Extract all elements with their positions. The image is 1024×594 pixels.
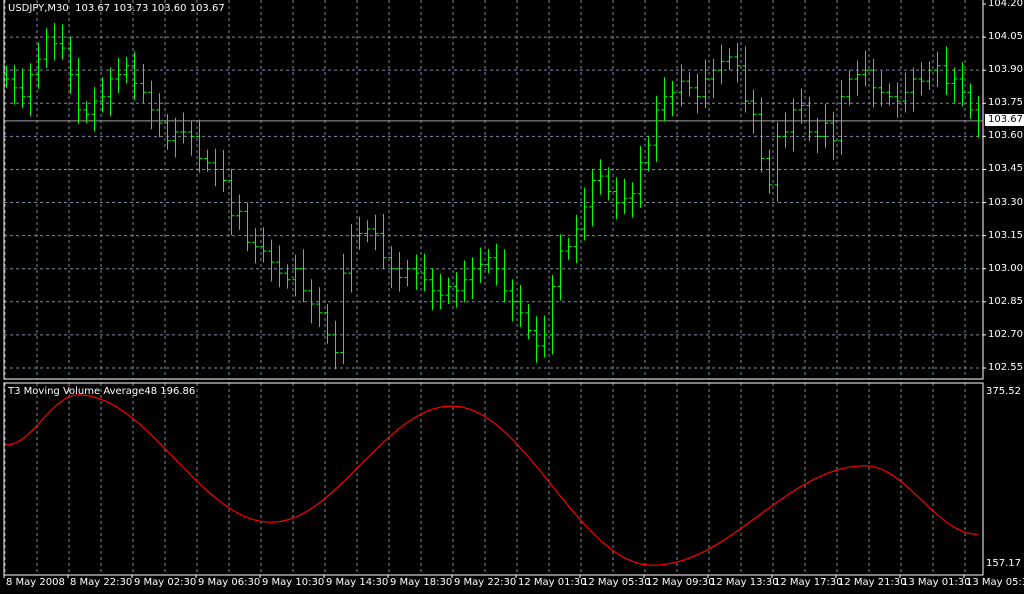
t3-indicator-line <box>5 394 978 566</box>
time-axis-label: 8 May 2008 <box>6 577 65 588</box>
time-axis-label: 9 May 14:30 <box>326 577 389 588</box>
low-value: 103.60 <box>151 3 187 14</box>
chart-header: USDJPY,M30 103.67 103.73 103.60 103.67 <box>8 3 225 15</box>
time-axis-label: 12 May 01:30 <box>518 577 587 588</box>
time-axis-label: 12 May 05:30 <box>582 577 651 588</box>
price-axis-label: 102.85 <box>988 295 1023 307</box>
indicator-title: T3 Moving Volume Average48 196.86 <box>8 386 196 397</box>
price-axis-label: 102.55 <box>988 361 1023 373</box>
price-axis-label: 103.60 <box>988 130 1023 142</box>
time-axis-label: 8 May 22:30 <box>70 577 133 588</box>
time-axis-label: 12 May 21:30 <box>838 577 907 588</box>
time-axis-label: 9 May 10:30 <box>262 577 325 588</box>
time-axis-label: 9 May 06:30 <box>198 577 261 588</box>
close-value: 103.67 <box>189 3 225 14</box>
indicator-panel-border <box>3 382 984 576</box>
price-axis-label: 103.45 <box>988 163 1023 175</box>
price-axis-label: 103.00 <box>988 262 1023 274</box>
price-axis-label: 104.05 <box>988 31 1023 43</box>
price-axis-label: 104.20 <box>988 0 1023 9</box>
time-axis-label: 9 May 18:30 <box>390 577 453 588</box>
indicator-axis-min: 157.17 <box>986 558 1021 569</box>
high-value: 103.73 <box>113 3 149 14</box>
time-axis-label: 9 May 22:30 <box>454 577 517 588</box>
chart-canvas <box>3 0 986 578</box>
time-axis-label: 13 May 05:30 <box>966 577 1024 588</box>
indicator-axis-max: 375.52 <box>986 386 1021 397</box>
current-price-label: 103.67 <box>985 114 1024 126</box>
time-axis-label: 12 May 09:30 <box>646 577 715 588</box>
time-axis-label: 13 May 01:30 <box>902 577 971 588</box>
time-axis-label: 12 May 13:30 <box>710 577 779 588</box>
main-panel-border <box>3 0 984 380</box>
price-axis-label: 103.90 <box>988 64 1023 76</box>
price-axis-label: 102.70 <box>988 328 1023 340</box>
open-value: 103.67 <box>75 3 111 14</box>
price-axis-label: 103.75 <box>988 97 1023 109</box>
time-axis-label: 12 May 17:30 <box>774 577 843 588</box>
time-axis-label: 9 May 02:30 <box>134 577 197 588</box>
price-axis-label: 103.15 <box>988 229 1023 241</box>
price-axis-label: 103.30 <box>988 196 1023 208</box>
symbol-label: USDJPY,M30 <box>8 3 69 14</box>
